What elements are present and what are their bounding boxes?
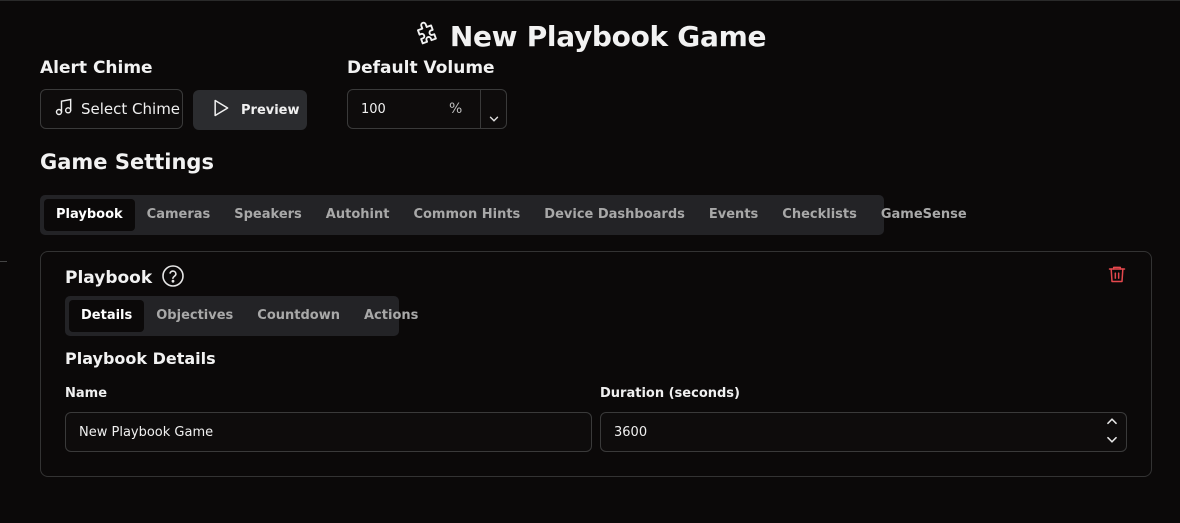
playbook-subtabs: Details Objectives Countdown Actions <box>65 296 418 336</box>
page-title: New Playbook Game <box>449 19 767 53</box>
divider <box>0 261 7 262</box>
tab-cameras[interactable]: Cameras <box>135 199 223 231</box>
tab-common-hints[interactable]: Common Hints <box>401 199 532 231</box>
duration-value: 3600 <box>614 424 648 440</box>
tab-speakers[interactable]: Speakers <box>222 199 314 231</box>
top-border <box>0 0 1180 1</box>
tab-details[interactable]: Details <box>69 300 145 332</box>
volume-unit: % <box>449 101 463 117</box>
playbook-card-header: Playbook <box>65 264 185 292</box>
duration-input[interactable]: 3600 <box>600 412 1127 452</box>
select-chime-label: Select Chime <box>81 100 181 118</box>
chevron-down-icon[interactable] <box>480 90 506 128</box>
tab-autohint[interactable]: Autohint <box>314 199 402 231</box>
trash-icon[interactable] <box>1107 264 1127 288</box>
name-value: New Playbook Game <box>79 424 214 440</box>
tab-actions[interactable]: Actions <box>352 300 430 332</box>
select-chime-button[interactable]: Select Chime <box>40 89 183 129</box>
tab-checklists[interactable]: Checklists <box>770 199 869 231</box>
help-icon[interactable] <box>161 264 185 292</box>
name-label: Name <box>65 386 108 401</box>
game-settings-tabs: Playbook Cameras Speakers Autohint Commo… <box>40 195 967 235</box>
name-input[interactable]: New Playbook Game <box>65 412 592 452</box>
chevron-up-icon[interactable] <box>1105 415 1119 431</box>
tab-objectives[interactable]: Objectives <box>144 300 245 332</box>
alert-chime-label: Alert Chime <box>40 58 153 78</box>
preview-button[interactable]: Preview <box>193 90 307 130</box>
puzzle-icon <box>414 20 442 52</box>
page-header: New Playbook Game <box>0 16 1180 56</box>
duration-stepper[interactable] <box>1098 413 1126 451</box>
chevron-down-icon[interactable] <box>1105 434 1119 450</box>
playbook-card-title: Playbook <box>65 268 153 288</box>
default-volume-value[interactable]: 100 <box>348 102 449 117</box>
music-note-icon <box>54 97 74 121</box>
duration-label: Duration (seconds) <box>600 386 740 401</box>
play-icon <box>211 98 231 122</box>
playbook-details-heading: Playbook Details <box>65 349 216 368</box>
tab-device-dashboards[interactable]: Device Dashboards <box>532 199 697 231</box>
tab-gamesense[interactable]: GameSense <box>869 199 979 231</box>
default-volume-field[interactable]: 100 % <box>347 89 507 129</box>
playbook-card: Playbook Details Objectives Countdown Ac… <box>40 251 1152 477</box>
default-volume-label: Default Volume <box>347 58 495 78</box>
tab-countdown[interactable]: Countdown <box>245 300 352 332</box>
tab-playbook[interactable]: Playbook <box>44 199 135 231</box>
tab-events[interactable]: Events <box>697 199 770 231</box>
preview-label: Preview <box>241 102 300 118</box>
game-settings-title: Game Settings <box>40 150 214 174</box>
